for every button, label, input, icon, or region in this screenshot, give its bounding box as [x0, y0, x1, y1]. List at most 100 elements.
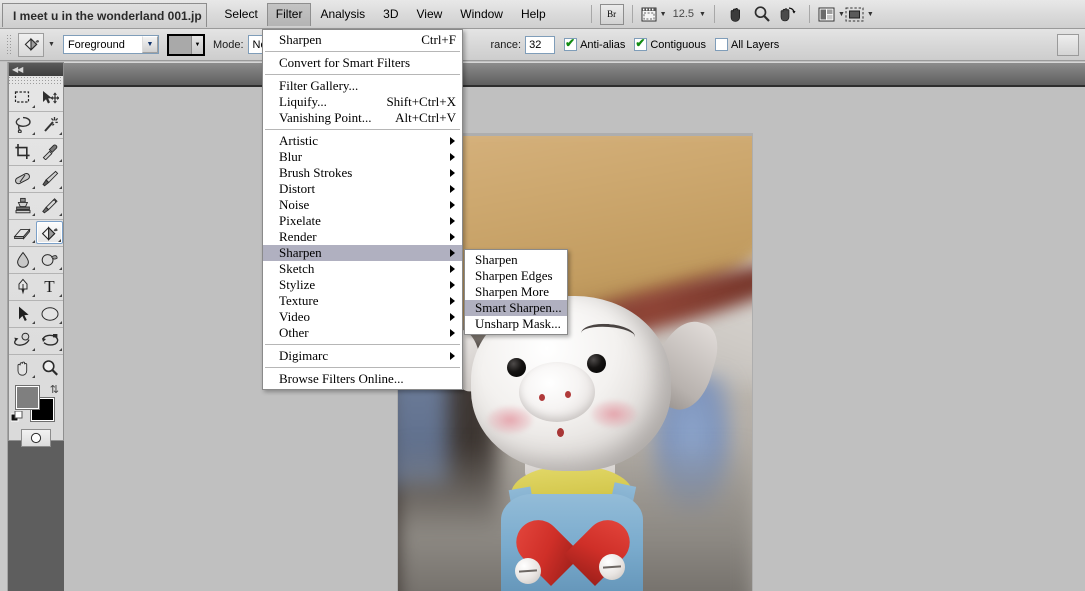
menu-item-label: Texture: [279, 293, 319, 308]
submenu-arrow-icon: [450, 352, 455, 360]
3d-orbit-tool[interactable]: [36, 329, 63, 352]
foreground-color-swatch[interactable]: [15, 385, 40, 410]
brush-tool-icon: [41, 170, 58, 187]
palette-dock-button[interactable]: [1057, 33, 1079, 56]
menu-item-noise[interactable]: Noise: [263, 197, 462, 213]
ellipse-shape-icon: [41, 306, 58, 321]
menu-select[interactable]: Select: [215, 3, 266, 26]
pattern-picker[interactable]: ▼: [166, 33, 205, 56]
history-brush-tool[interactable]: [36, 194, 63, 217]
menu-item-convert-for-smart-filters[interactable]: Convert for Smart Filters: [263, 55, 462, 71]
menu-item-blur[interactable]: Blur: [263, 149, 462, 165]
3d-rotate-icon: [13, 332, 30, 346]
menu-item-filter-gallery[interactable]: Filter Gallery...: [263, 78, 462, 94]
menu-view[interactable]: View: [407, 3, 451, 26]
magic-wand-tool[interactable]: [36, 113, 63, 136]
menu-item-digimarc[interactable]: Digimarc: [263, 348, 462, 364]
menu-item-sharpen[interactable]: Sharpen: [263, 245, 462, 261]
menu-item-pixelate[interactable]: Pixelate: [263, 213, 462, 229]
eyedropper-tool[interactable]: [36, 140, 63, 163]
contiguous-checkbox[interactable]: Contiguous: [634, 36, 706, 51]
submenu-item-sharpen-more[interactable]: Sharpen More: [465, 284, 567, 300]
path-selection-tool[interactable]: [9, 302, 36, 325]
launch-bridge-button[interactable]: Br: [599, 3, 624, 25]
menu-item-browse-filters-online[interactable]: Browse Filters Online...: [263, 371, 462, 387]
lasso-tool[interactable]: [9, 113, 36, 136]
menu-item-stylize[interactable]: Stylize: [263, 277, 462, 293]
move-tool[interactable]: [36, 86, 63, 109]
submenu-arrow-icon: [450, 265, 455, 273]
menu-item-liquify[interactable]: Liquify... Shift+Ctrl+X: [263, 94, 462, 110]
submenu-item-sharpen-edges[interactable]: Sharpen Edges: [465, 268, 567, 284]
menu-window[interactable]: Window: [451, 3, 512, 26]
zoom-tool[interactable]: [36, 356, 63, 379]
brush-tool[interactable]: [36, 167, 63, 190]
view-extras-button[interactable]: ▼: [641, 4, 667, 25]
menu-filter[interactable]: Filter: [266, 2, 312, 26]
menu-item-label: Render: [279, 229, 317, 244]
submenu-item-sharpen[interactable]: Sharpen: [465, 252, 567, 268]
menu-item-distort[interactable]: Distort: [263, 181, 462, 197]
menu-item-brush-strokes[interactable]: Brush Strokes: [263, 165, 462, 181]
menu-item-label: Brush Strokes: [279, 165, 353, 180]
menu-item-video[interactable]: Video: [263, 309, 462, 325]
document-tab[interactable]: I meet u in the wonderland 001.jp: [2, 3, 207, 27]
crop-tool[interactable]: [9, 140, 36, 163]
submenu-arrow-icon: [450, 281, 455, 289]
hand-tool-button[interactable]: [723, 4, 749, 25]
options-bar-grip[interactable]: [6, 33, 12, 56]
menu-item-artistic[interactable]: Artistic: [263, 133, 462, 149]
tolerance-input[interactable]: 32: [525, 35, 556, 54]
zoom-level-control[interactable]: 12.5 ▼: [667, 4, 706, 25]
menu-item-sketch[interactable]: Sketch: [263, 261, 462, 277]
tools-panel-grip[interactable]: [9, 76, 63, 85]
quick-mask-button[interactable]: [21, 429, 51, 447]
eraser-tool[interactable]: [9, 221, 36, 244]
hand-tool[interactable]: [9, 356, 36, 379]
pig-hand-right: [599, 554, 625, 580]
type-tool[interactable]: T: [36, 275, 63, 298]
zoom-tool-button[interactable]: [749, 4, 775, 25]
dodge-tool[interactable]: [36, 248, 63, 271]
tool-group: [9, 220, 63, 247]
paint-bucket-tool[interactable]: [36, 221, 63, 244]
collapse-tools-button[interactable]: ◀◀: [9, 63, 63, 76]
healing-brush-tool[interactable]: [9, 167, 36, 190]
photo-pig-figurine: [438, 296, 725, 591]
menu-item-other[interactable]: Other: [263, 325, 462, 341]
checkbox-box: [564, 36, 578, 51]
rectangular-marquee-tool[interactable]: [9, 86, 36, 109]
chevron-down-icon: ▼: [699, 10, 706, 18]
chevron-down-icon[interactable]: ▼: [48, 41, 55, 48]
swap-colors-icon[interactable]: ⇅: [50, 383, 59, 396]
anti-alias-checkbox[interactable]: Anti-alias: [564, 36, 625, 51]
submenu-item-unsharp-mask[interactable]: Unsharp Mask...: [465, 316, 567, 332]
pig-red-heart: [535, 520, 611, 591]
canvas-workspace[interactable]: [64, 87, 1085, 591]
rotate-view-tool-button[interactable]: [775, 4, 801, 25]
3d-rotate-tool[interactable]: [9, 329, 36, 352]
menu-separator: [265, 129, 460, 130]
all-layers-checkbox[interactable]: All Layers: [715, 38, 779, 51]
clone-stamp-tool[interactable]: [9, 194, 36, 217]
ellipse-shape-tool[interactable]: [36, 302, 63, 325]
menu-item-sharpen-repeat[interactable]: Sharpen Ctrl+F: [263, 32, 462, 48]
default-colors-icon[interactable]: [10, 410, 23, 426]
arrange-documents-button[interactable]: ▼: [818, 4, 845, 25]
menu-item-render[interactable]: Render: [263, 229, 462, 245]
pen-tool[interactable]: [9, 275, 36, 298]
tool-group: [9, 301, 63, 328]
separator: [808, 5, 810, 23]
blur-tool[interactable]: [9, 248, 36, 271]
screen-mode-button[interactable]: ▼: [845, 4, 874, 25]
checkbox-box: [715, 38, 728, 51]
menu-item-vanishing-point[interactable]: Vanishing Point... Alt+Ctrl+V: [263, 110, 462, 126]
menu-help[interactable]: Help: [512, 3, 555, 26]
menu-analysis[interactable]: Analysis: [311, 3, 374, 26]
menu-item-label: Sharpen: [279, 32, 322, 47]
fill-source-select[interactable]: Foreground ▼: [62, 35, 159, 54]
menu-3d[interactable]: 3D: [374, 3, 407, 26]
menu-item-texture[interactable]: Texture: [263, 293, 462, 309]
submenu-item-smart-sharpen[interactable]: Smart Sharpen...: [465, 300, 567, 316]
tool-preset-picker[interactable]: [18, 32, 44, 57]
